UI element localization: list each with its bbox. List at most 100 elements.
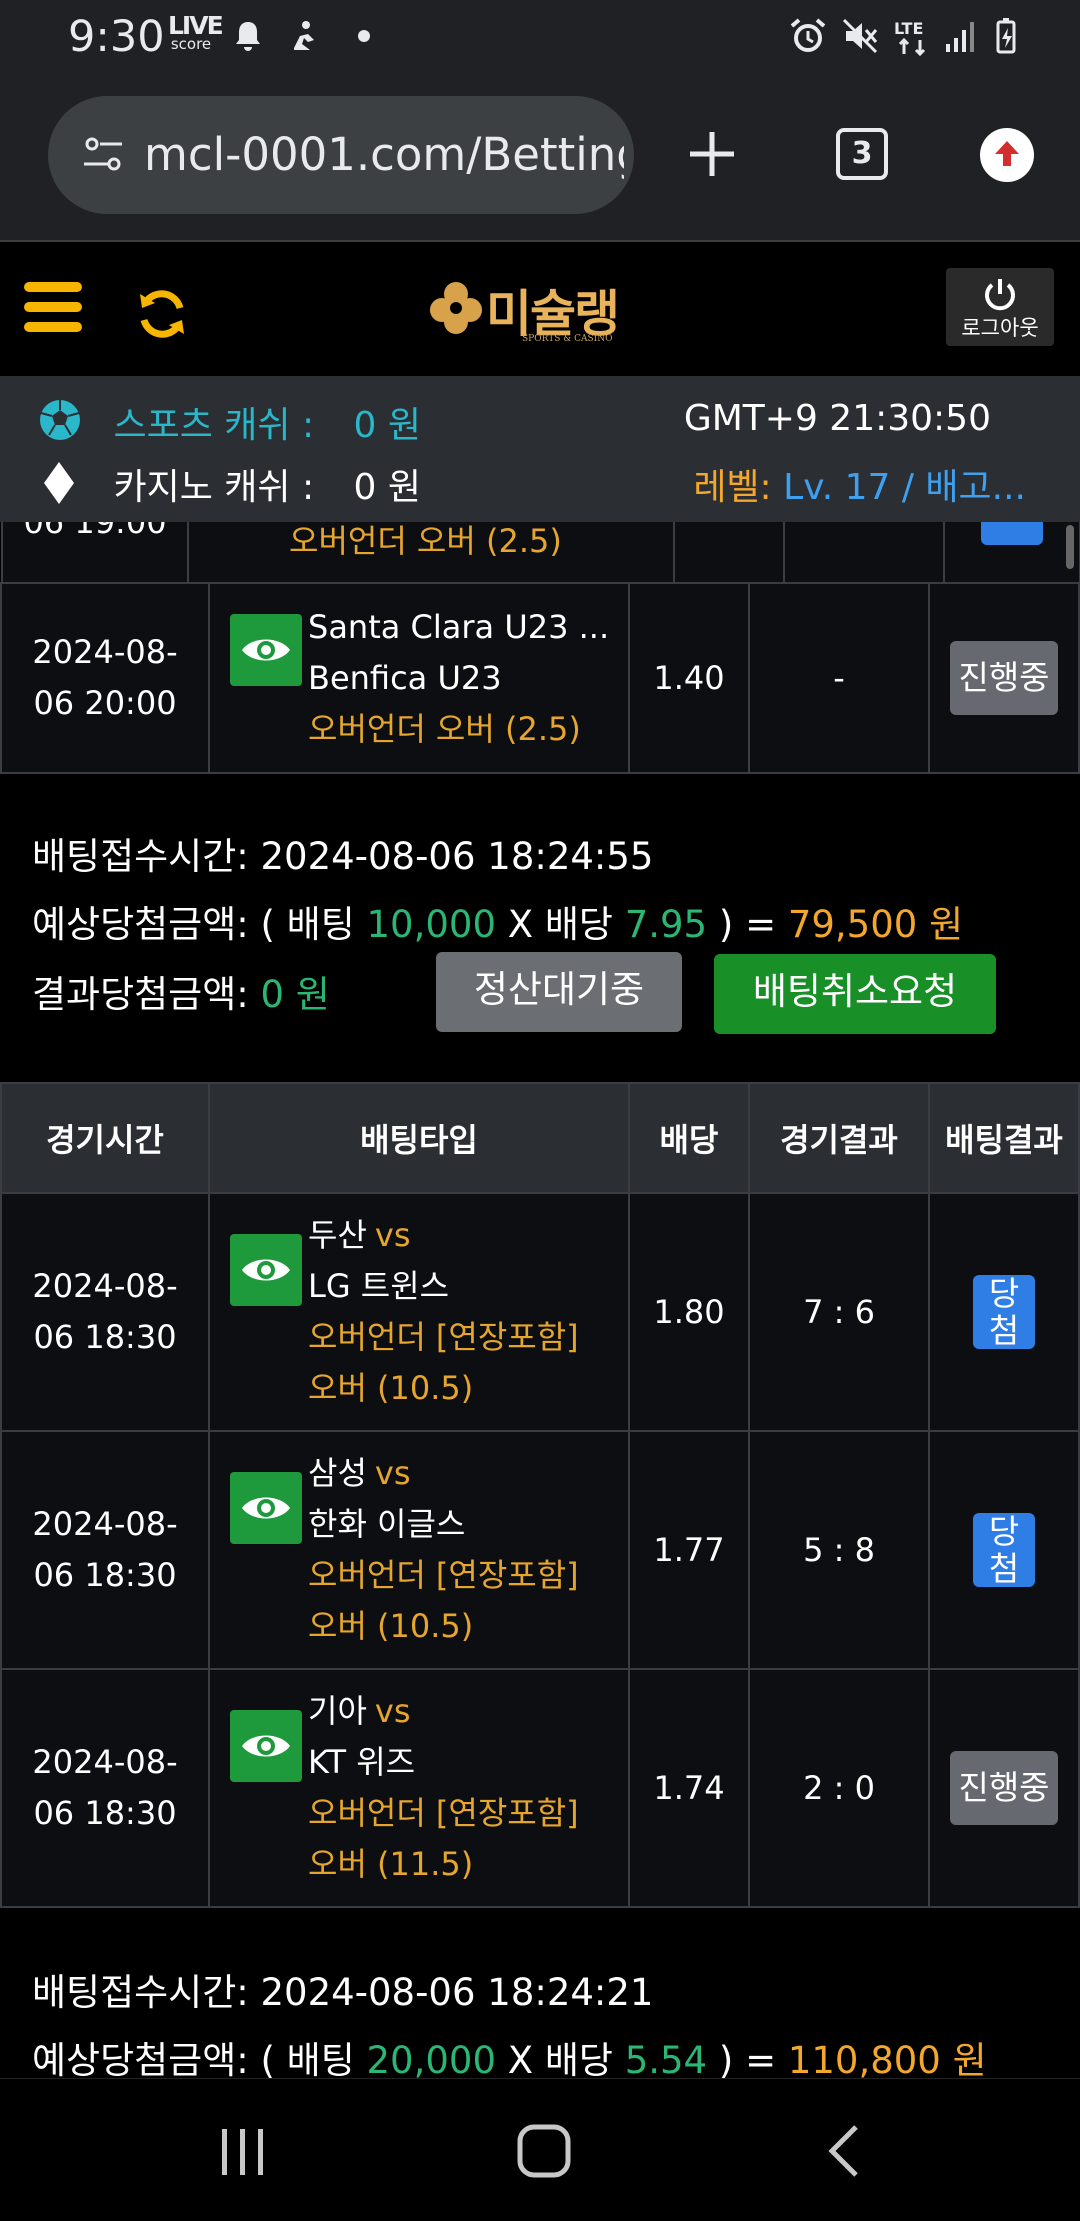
live-label: LIVE xyxy=(168,11,224,40)
home-icon[interactable] xyxy=(516,2123,572,2179)
result-cell xyxy=(943,522,1080,584)
score-cell: 7 : 6 xyxy=(748,1192,930,1432)
game-time: 06 18:30 xyxy=(33,1556,177,1594)
win-badge: 당첨 xyxy=(973,1274,1035,1349)
bet-pick: 오버 (10.5) xyxy=(308,1369,474,1407)
bet-amount: 10,000 xyxy=(366,903,496,946)
table-row: 2024-08- 06 20:00 Santa Clara U23 ... Be… xyxy=(0,582,1080,774)
bet-slip-table: 06 19:00 오버언더 오버 (2.5) xyxy=(1,522,1080,584)
eye-icon[interactable] xyxy=(230,1710,302,1782)
cancel-bet-button[interactable]: 배팅취소요청 xyxy=(714,954,996,1034)
game-date: 2024-08- xyxy=(32,1505,178,1543)
home-team: 기아 xyxy=(308,1692,367,1730)
logo-subtitle: SPORTS & CASINO xyxy=(522,334,613,344)
bet-pick: 오버언더 오버 (2.5) xyxy=(289,522,562,560)
bet-pick: 오버 (10.5) xyxy=(308,1607,474,1645)
bet-type-cell: 삼성 vs 한화 이글스 오버언더 [연장포함] 오버 (10.5) xyxy=(208,1430,630,1670)
new-tab-icon[interactable] xyxy=(686,128,738,180)
result-cell: 진행중 xyxy=(928,582,1080,774)
dot-icon xyxy=(358,30,370,42)
eye-icon[interactable] xyxy=(230,1234,302,1306)
bet-type-cell: 오버언더 오버 (2.5) xyxy=(187,522,675,584)
header-odds: 배당 xyxy=(628,1082,750,1194)
game-time-cell: 2024-08- 06 18:30 xyxy=(0,1192,210,1432)
game-date: 2024-08- xyxy=(32,1267,178,1305)
expected-payout: 예상당첨금액: ( 배팅 10,000 X 배당 7.95 ) = 79,500… xyxy=(32,894,1052,948)
casino-cash-label: 카지노 캐쉬 : xyxy=(113,467,315,508)
level-label: 레벨: xyxy=(693,467,772,508)
table-row: 2024-08- 06 18:30 두산 vs LG 트윈스 오버언더 [연장포함… xyxy=(0,1192,1080,1432)
expected-label: 예상당첨금액: ( 배팅 xyxy=(32,903,355,946)
battery-icon xyxy=(996,18,1016,54)
eye-icon[interactable] xyxy=(230,613,302,686)
game-time-cell: 06 19:00 xyxy=(1,522,189,584)
soccer-ball-icon xyxy=(40,400,80,440)
menu-button[interactable] xyxy=(0,272,100,352)
game-time: 06 18:30 xyxy=(33,1794,177,1832)
address-bar[interactable]: mcl-0001.com/BettingList xyxy=(48,96,634,214)
scrollbar-thumb[interactable] xyxy=(1066,525,1074,569)
site-settings-icon[interactable] xyxy=(80,132,126,178)
signal-icon xyxy=(946,22,974,52)
eye-icon[interactable] xyxy=(230,1472,302,1544)
betting-list: 06 19:00 오버언더 오버 (2.5) 2024-08- 06 20:00 xyxy=(0,522,1080,2078)
odds-label: X 배당 xyxy=(507,903,613,946)
site-logo[interactable]: 미슐랭 SPORTS & CASINO xyxy=(426,272,652,352)
refresh-icon[interactable] xyxy=(134,286,190,342)
status-time: 9:30 xyxy=(68,12,165,62)
odds-cell: 1.74 xyxy=(628,1668,750,1908)
hamburger-bar xyxy=(24,322,82,332)
header-game-result: 경기결과 xyxy=(748,1082,930,1194)
bet-pick: 오버 (11.5) xyxy=(308,1845,474,1883)
home-team: Santa Clara U23 ... xyxy=(308,607,610,646)
result-badge xyxy=(981,522,1043,545)
status-badge: 진행중 xyxy=(950,641,1058,715)
game-time: 06 20:00 xyxy=(33,684,177,722)
equals-label: ) = xyxy=(718,2039,777,2078)
svg-text:LTE: LTE xyxy=(894,19,923,38)
score-cell xyxy=(783,522,945,584)
bet-market: 오버언더 [연장포함] xyxy=(308,1794,579,1832)
vs-label: vs xyxy=(374,1216,411,1254)
back-icon[interactable] xyxy=(824,2123,864,2179)
expected-amount: 110,800 원 xyxy=(787,2039,987,2078)
result-cell: 당첨 xyxy=(928,1192,1080,1432)
result-cell: 당첨 xyxy=(928,1430,1080,1670)
cash-panel: 스포츠 캐쉬 : 0 원 카지노 캐쉬 : 0 원 GMT+9 21:30:50… xyxy=(0,376,1080,522)
tab-switcher-button[interactable]: 3 xyxy=(836,128,888,180)
expected-amount: 79,500 원 xyxy=(787,903,964,946)
sports-cash-label: 스포츠 캐쉬 : xyxy=(113,405,315,446)
game-time: 06 18:30 xyxy=(33,1318,177,1356)
logout-button[interactable]: 로그아웃 xyxy=(946,268,1054,346)
clover-logo-icon xyxy=(430,282,482,334)
table-row: 2024-08- 06 18:30 기아 vs KT 위즈 오버언더 [연장포함]… xyxy=(0,1668,1080,1908)
status-badge: 진행중 xyxy=(950,1751,1058,1825)
bet-slip-table: 2024-08- 06 20:00 Santa Clara U23 ... Be… xyxy=(0,582,1080,774)
sports-cash-value: 0 원 xyxy=(353,405,421,446)
away-team: Benfica U23 xyxy=(308,658,502,697)
settlement-pending-button[interactable]: 정산대기중 xyxy=(436,952,682,1032)
odds-cell: 1.40 xyxy=(628,582,750,774)
equals-label: ) = xyxy=(718,903,777,946)
update-icon[interactable] xyxy=(980,128,1034,182)
logout-label: 로그아웃 xyxy=(961,316,1039,340)
bell-icon xyxy=(236,22,260,51)
home-team: 삼성 xyxy=(308,1454,367,1492)
diamond-icon xyxy=(44,462,74,504)
livescore-icon: LIVE score xyxy=(168,11,224,54)
casino-cash: 카지노 캐쉬 : 0 원 xyxy=(36,458,421,510)
odds-cell: 1.80 xyxy=(628,1192,750,1432)
vs-label: vs xyxy=(374,1454,411,1492)
game-time: 06 19:00 xyxy=(23,522,167,541)
status-bar: 9:30 LIVE score LTE xyxy=(0,0,1080,78)
level-value: Lv. 17 / 배고... xyxy=(783,467,1026,508)
header-game-time: 경기시간 xyxy=(0,1082,210,1194)
table-row: 2024-08- 06 18:30 삼성 vs 한화 이글스 오버언더 [연장포함… xyxy=(0,1430,1080,1670)
received-time: 2024-08-06 18:24:21 xyxy=(260,1971,654,2014)
figure-icon xyxy=(294,21,314,50)
result-cell: 진행중 xyxy=(928,1668,1080,1908)
url-text[interactable]: mcl-0001.com/BettingList xyxy=(144,128,624,181)
game-date: 2024-08- xyxy=(32,1743,178,1781)
total-odds: 7.95 xyxy=(624,903,708,946)
recent-apps-icon[interactable] xyxy=(216,2125,270,2179)
